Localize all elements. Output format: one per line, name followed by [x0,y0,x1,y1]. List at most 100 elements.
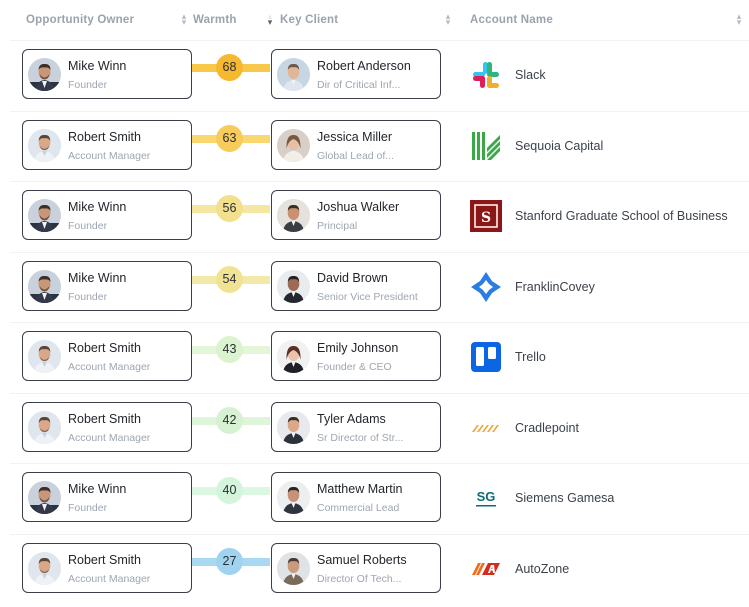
table-row[interactable]: Mike Winn Founder 68 Robert Anderson Dir… [10,40,749,110]
owner-role: Account Manager [68,361,151,373]
warmth-score-badge: 54 [216,265,243,293]
owner-card[interactable]: Robert Smith Account Manager [22,401,192,452]
warmth-score-badge: 40 [216,477,243,504]
client-role: Senior Vice President [317,290,418,303]
sort-icon[interactable]: ▴ ▾ [444,12,452,27]
client-name: Tyler Adams [317,411,386,426]
owner-card[interactable]: Mike Winn Founder [22,260,192,311]
avatar [277,340,310,373]
sort-icon[interactable]: ▴ ▾ [180,12,188,27]
avatar [28,340,61,373]
client-role: Commercial Lead [317,502,400,514]
account-name[interactable]: Siemens Gamesa [515,491,614,505]
table-row[interactable]: Mike Winn Founder 56 Joshua Walker Princ… [10,181,749,251]
franklincovey-logo [470,271,502,303]
warmth-score-badge: 68 [216,54,243,81]
owner-card[interactable]: Robert Smith Account Manager [22,119,192,170]
svg-text:SG: SG [477,489,496,504]
avatar [277,58,310,91]
table-row[interactable]: Robert Smith Account Manager 43 Emily Jo… [10,322,749,392]
avatar [277,269,310,303]
avatar [28,551,61,585]
client-name: Jessica Miller [317,129,393,144]
sequoia-logo [470,130,502,162]
account-name[interactable]: Trello [515,350,546,364]
owner-role: Account Manager [68,431,151,444]
account-name[interactable]: Stanford Graduate School of Business [515,209,728,223]
table-row[interactable]: Robert Smith Account Manager 42 Tyler Ad… [10,392,749,463]
client-card[interactable]: Joshua Walker Principal [271,190,441,240]
client-name: Samuel Roberts [317,552,407,567]
owner-card[interactable]: Robert Smith Account Manager [22,542,192,593]
avatar [28,128,61,162]
owner-name: Robert Smith [68,341,141,355]
owner-name: Mike Winn [68,200,127,214]
avatar [277,199,310,232]
owner-role: Account Manager [68,572,151,585]
owner-card[interactable]: Mike Winn Founder [22,49,192,99]
avatar [28,58,61,91]
avatar [28,410,61,444]
table-row[interactable]: Mike Winn Founder 54 David Brown Senior … [10,251,749,322]
owner-card[interactable]: Robert Smith Account Manager [22,331,192,381]
owner-role: Founder [68,220,108,232]
client-card[interactable]: Matthew Martin Commercial Lead [271,472,441,522]
client-role: Founder & CEO [317,361,392,373]
owner-role: Founder [68,502,108,514]
avatar [277,410,310,444]
account-name[interactable]: Sequoia Capital [515,139,603,153]
owner-role: Founder [68,79,108,91]
svg-text:S: S [481,210,491,226]
owner-role: Account Manager [68,149,151,162]
owner-name: Robert Smith [68,552,141,567]
avatar [277,128,310,162]
table-row[interactable]: Robert Smith Account Manager 27 Samuel R… [10,533,749,604]
trello-logo [470,341,502,373]
owner-name: Mike Winn [68,59,127,73]
warmth-score-badge: 43 [216,336,243,363]
column-header-key-client[interactable]: Key Client [280,14,338,26]
client-role: Global Lead of... [317,149,395,162]
table-row[interactable]: Robert Smith Account Manager 63 Jessica … [10,110,749,181]
column-header-opportunity-owner[interactable]: Opportunity Owner [26,14,134,26]
siemens-gamesa-logo: SG [470,482,502,514]
client-role: Director Of Tech... [317,572,402,585]
warmth-score-badge: 27 [216,547,243,575]
warmth-score-badge: 56 [216,195,243,222]
sort-icon[interactable]: ▴ ▾ [735,12,743,27]
column-header-warmth[interactable]: Warmth [193,14,237,26]
owner-card[interactable]: Mike Winn Founder [22,472,192,522]
client-card[interactable]: Tyler Adams Sr Director of Str... [271,401,441,452]
client-card[interactable]: Jessica Miller Global Lead of... [271,119,441,170]
owner-name: Robert Smith [68,129,141,144]
avatar [28,269,61,303]
autozone-logo [470,553,502,585]
owner-role: Founder [68,290,108,303]
avatar [277,551,310,585]
owner-name: Mike Winn [68,270,127,285]
avatar [28,481,61,514]
client-name: Robert Anderson [317,59,411,73]
client-name: Joshua Walker [317,200,400,214]
cradlepoint-logo [470,412,502,444]
column-header-account-name[interactable]: Account Name [470,14,553,26]
client-name: Emily Johnson [317,341,399,355]
client-card[interactable]: David Brown Senior Vice President [271,260,441,311]
client-card[interactable]: Robert Anderson Dir of Critical Inf... [271,49,441,99]
client-card[interactable]: Emily Johnson Founder & CEO [271,331,441,381]
account-name[interactable]: FranklinCovey [515,280,595,294]
warmth-score-badge: 42 [216,406,243,434]
owner-card[interactable]: Mike Winn Founder [22,190,192,240]
sort-desc-icon[interactable]: ▴ ▾ [266,12,274,27]
account-name[interactable]: Slack [515,68,546,82]
client-name: David Brown [317,270,388,285]
warmth-score-badge: 63 [216,124,243,152]
account-name[interactable]: Cradlepoint [515,421,579,435]
table-row[interactable]: Mike Winn Founder 40 Matthew Martin Comm… [10,463,749,533]
stanford-logo: S [470,200,502,232]
owner-name: Robert Smith [68,411,141,426]
account-name[interactable]: AutoZone [515,562,569,576]
owner-name: Mike Winn [68,482,127,496]
client-card[interactable]: Samuel Roberts Director Of Tech... [271,542,441,593]
slack-logo [470,59,502,91]
